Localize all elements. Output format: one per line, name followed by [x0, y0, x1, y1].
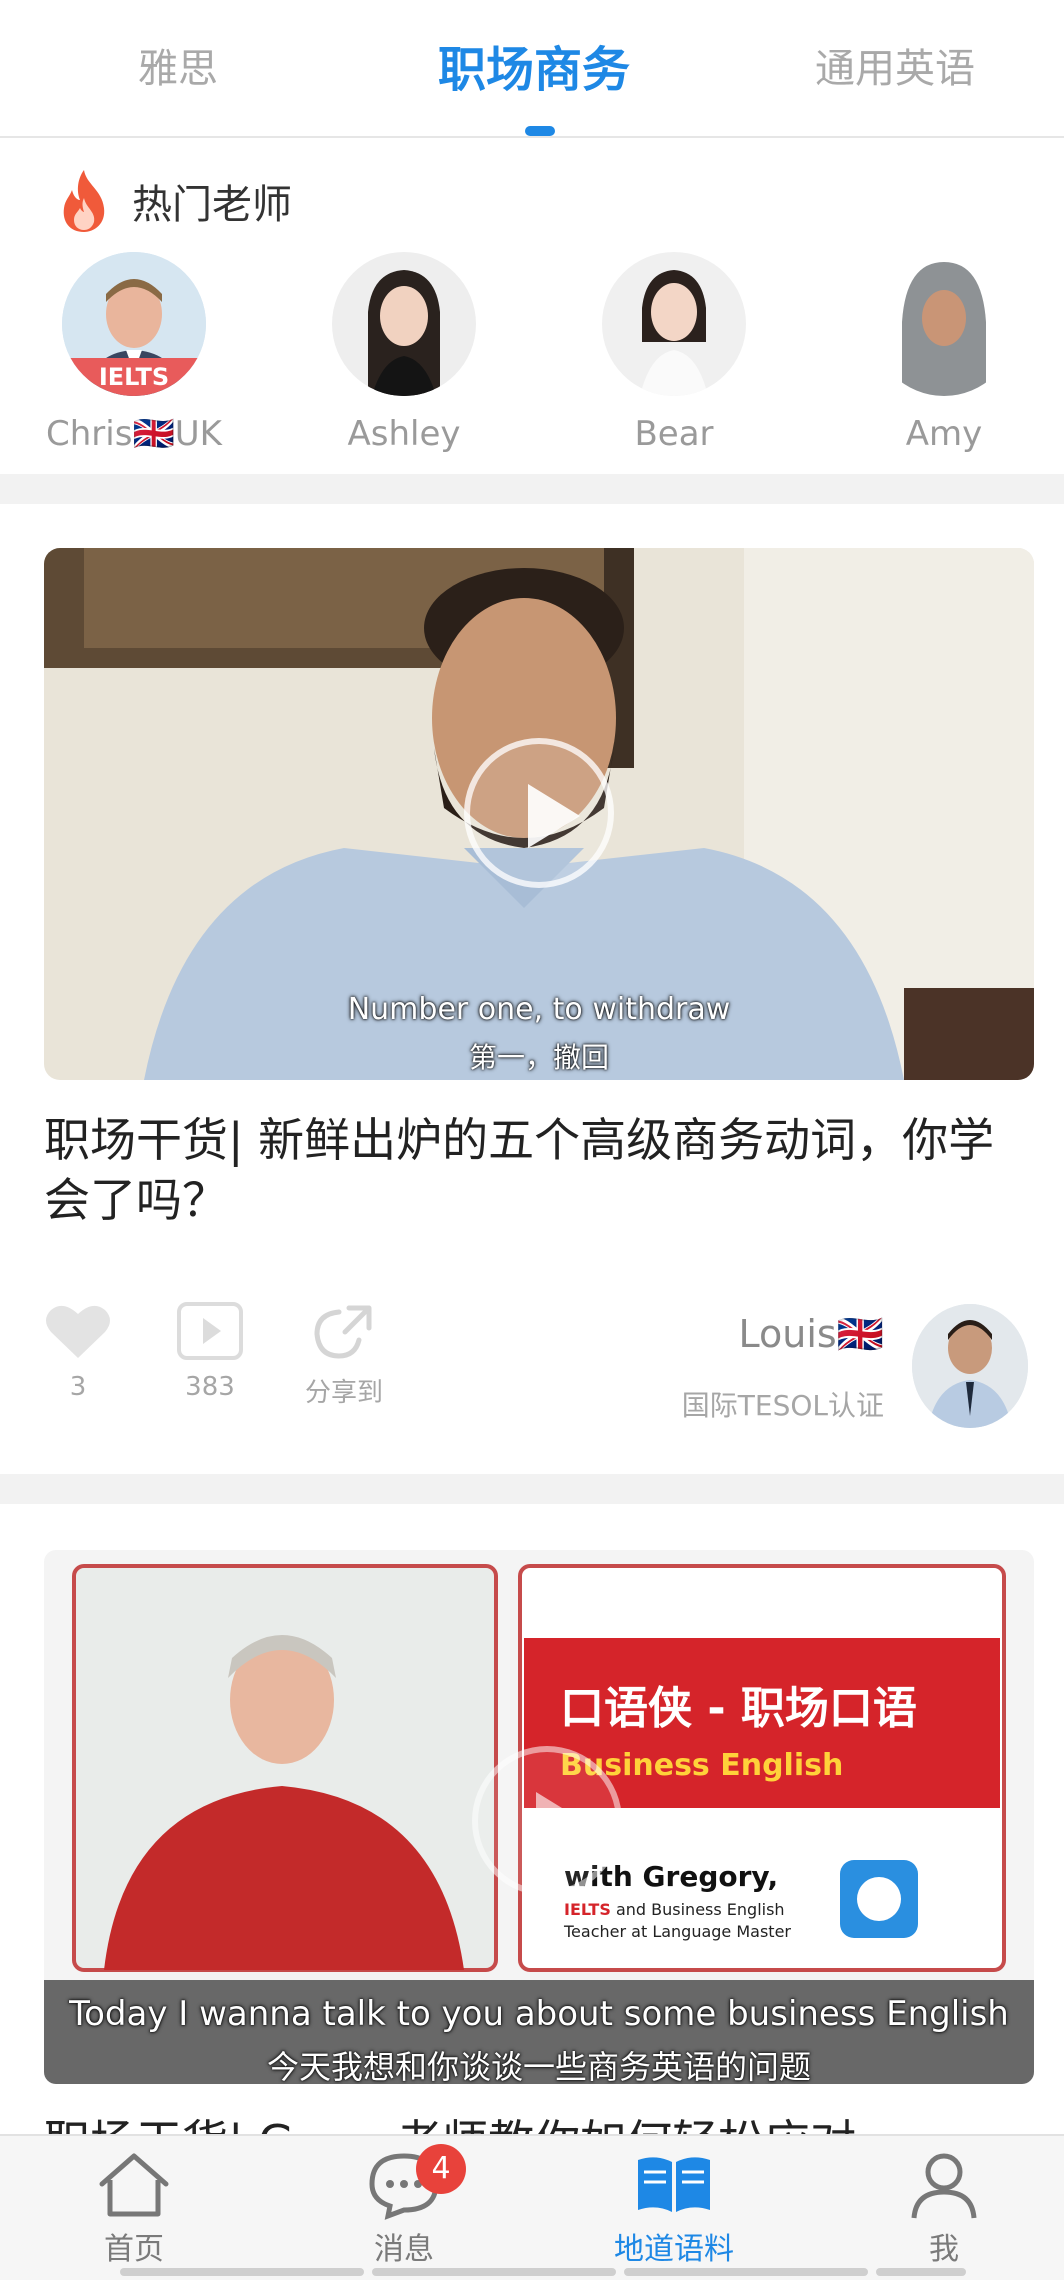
nav-messages[interactable]: 4 消息: [324, 2144, 484, 2268]
post-title[interactable]: 职场干货| G...... 老师教你如何轻松应对: [44, 2112, 1024, 2134]
nav-authentic-materials[interactable]: 地道语料: [594, 2150, 754, 2268]
video-thumbnail[interactable]: 口语侠 - 职场口语 Business English with Gregory…: [44, 1550, 1034, 2084]
card-desc-highlight: IELTS: [564, 1900, 611, 1919]
teacher-photo: [602, 252, 746, 396]
share-label: 分享到: [304, 1378, 383, 1408]
unread-badge: 4: [416, 2144, 466, 2194]
post-card[interactable]: 口语侠 - 职场口语 Business English with Gregory…: [0, 1504, 1064, 2134]
play-stat[interactable]: 383: [160, 1302, 260, 1402]
tab-general-english[interactable]: 通用英语: [815, 36, 975, 94]
ielts-badge: IELTS: [62, 358, 206, 396]
author-photo: [912, 1304, 1028, 1428]
author-avatar[interactable]: [912, 1304, 1028, 1428]
video-thumbnail[interactable]: Number one, to withdraw 第一，撤回: [44, 548, 1034, 1080]
author-name[interactable]: Louis🇬🇧: [738, 1312, 884, 1357]
home-indicator: [372, 2268, 616, 2276]
nav-messages-label: 消息: [374, 2232, 434, 2267]
like-count: 3: [69, 1372, 87, 1402]
video-subtitle-en: Today I wanna talk to you about some bus…: [69, 1994, 1009, 2034]
hot-teachers-title: 热门老师: [132, 182, 292, 228]
home-indicator: [624, 2268, 868, 2276]
home-icon: [99, 2153, 169, 2217]
like-stat[interactable]: 3: [28, 1302, 128, 1402]
author-certification: 国际TESOL认证: [681, 1389, 884, 1422]
nav-home-label: 首页: [104, 2232, 164, 2267]
teacher-photo: [332, 252, 476, 396]
teacher-chris[interactable]: IELTS Chris🇬🇧UK: [24, 252, 244, 454]
home-indicator: [876, 2268, 966, 2276]
user-icon: [911, 2153, 977, 2219]
section-divider: [0, 474, 1064, 504]
teacher-name: Amy: [905, 414, 983, 454]
heart-icon: [46, 1305, 110, 1358]
post-title[interactable]: 职场干货| 新鲜出炉的五个高级商务动词，你学会了吗？: [44, 1110, 1024, 1230]
teacher-name: Ashley: [347, 414, 461, 454]
avatar: [602, 252, 746, 396]
nav-authentic-materials-label: 地道语料: [614, 2232, 734, 2267]
book-icon: [638, 2157, 710, 2212]
top-tab-bar: 雅思 职场商务 通用英语: [0, 0, 1064, 138]
avatar: [872, 252, 1016, 396]
teacher-bear[interactable]: Bear: [564, 252, 784, 454]
tab-business[interactable]: 职场商务: [438, 30, 630, 100]
fire-icon: [63, 170, 105, 232]
tab-ielts[interactable]: 雅思: [138, 36, 218, 94]
teacher-amy[interactable]: Amy: [834, 252, 1054, 454]
bottom-navigation: 首页 4 消息 地道语料 我: [0, 2134, 1064, 2280]
section-divider: [0, 1474, 1064, 1504]
teacher-name: Bear: [634, 414, 714, 454]
avatar: [332, 252, 476, 396]
teacher-ashley[interactable]: Ashley: [294, 252, 514, 454]
card-desc-rest: and Business English: [610, 1900, 785, 1919]
play-count: 383: [185, 1372, 235, 1402]
video-play-icon: [177, 1302, 243, 1360]
card-desc-line2: Teacher at Language Master: [564, 1922, 791, 1941]
teacher-name: Chris🇬🇧UK: [46, 414, 222, 454]
post-card[interactable]: Number one, to withdraw 第一，撤回 职场干货| 新鲜出炉…: [0, 504, 1064, 1474]
nav-me-label: 我: [929, 2232, 959, 2267]
share-icon: [314, 1305, 372, 1359]
nav-me[interactable]: 我: [864, 2150, 1024, 2268]
play-button[interactable]: [472, 1746, 622, 1896]
video-subtitle-en: Number one, to withdraw: [347, 992, 731, 1027]
hot-teachers-header: 热门老师: [56, 166, 292, 236]
teacher-photo: [872, 252, 1016, 396]
hot-teachers-section: 热门老师 IELTS Chris🇬🇧UK Ashley Bear Amy: [0, 140, 1064, 472]
card-title: 口语侠 - 职场口语: [560, 1683, 917, 1734]
video-subtitle-zh: 今天我想和你谈谈一些商务英语的问题: [266, 2048, 811, 2084]
video-subtitle-zh: 第一，撤回: [468, 1041, 609, 1074]
share-button[interactable]: 分享到: [294, 1300, 394, 1409]
active-tab-indicator: [525, 126, 555, 136]
card-desc-line1: IELTS and Business English: [564, 1900, 785, 1919]
avatar: IELTS: [62, 252, 206, 396]
play-button[interactable]: [464, 738, 614, 888]
home-indicator: [120, 2268, 364, 2276]
nav-home[interactable]: 首页: [54, 2150, 214, 2268]
